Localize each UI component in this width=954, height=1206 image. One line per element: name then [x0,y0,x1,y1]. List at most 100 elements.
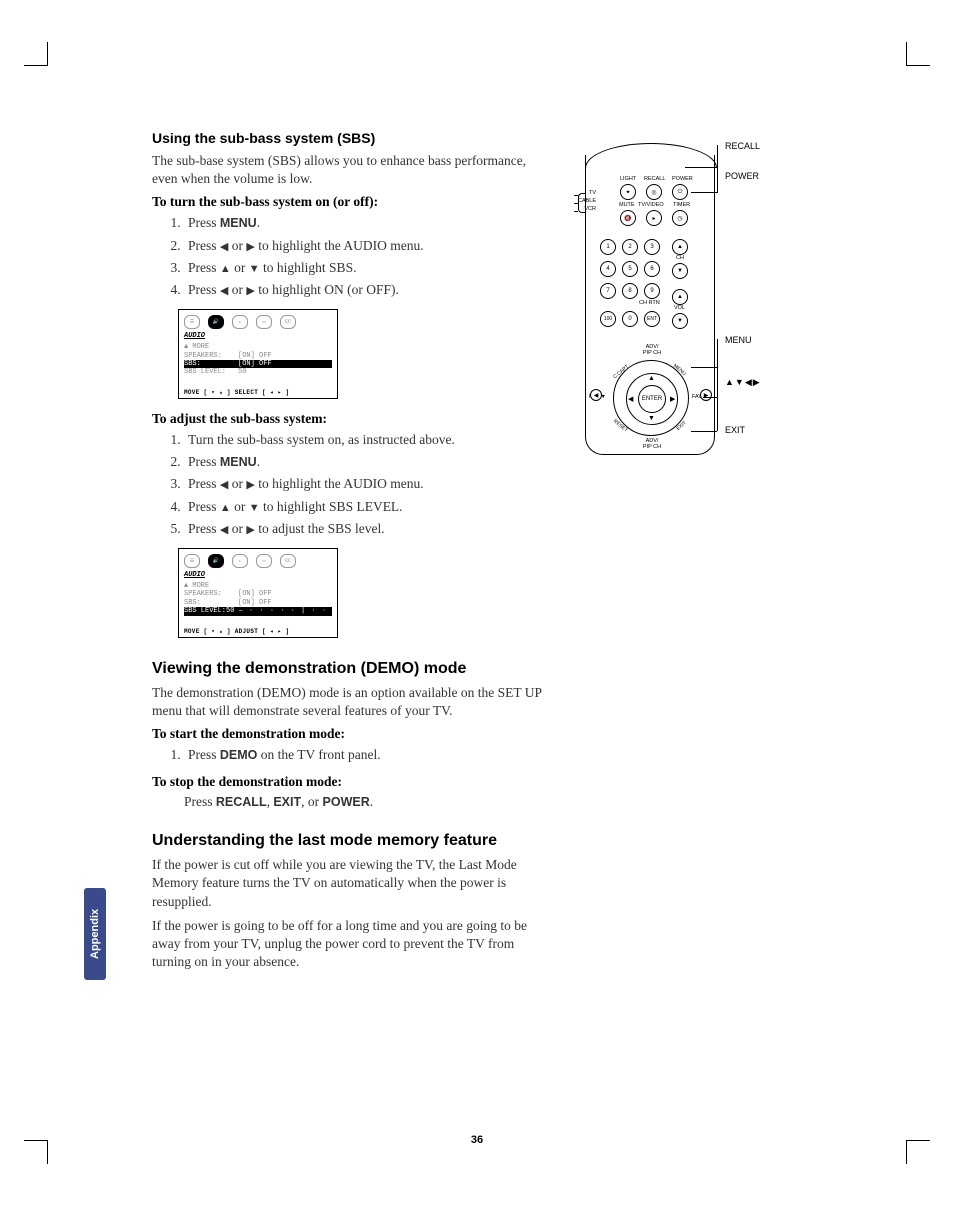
osd-tab-icon: ▭ [256,315,272,329]
osd-box-1: ☰ 🔊 ⫟ ▭ CC AUDIO ▲ MORE SPEAKERS:[ON] OF… [178,309,338,399]
label-power: POWER [672,177,693,183]
osd-tab-cc-icon: CC [280,315,296,329]
label-ccapt: C.CAPT [612,364,630,380]
label-ch: CH [676,256,684,262]
procB-title: To adjust the sub-bass system: [152,411,554,427]
vol-down: ▼ [672,313,688,329]
key-ent: ENT [644,311,660,327]
switch-cable: CABLE [578,199,596,205]
procB-step2: Press MENU. [184,453,554,471]
label-menu: MENU [672,363,687,377]
key-5: 5 [622,261,638,277]
procB-step4: Press ▲ or ▼ to highlight SBS LEVEL. [184,498,554,516]
procA-step2: Press ◀ or ▶ to highlight the AUDIO menu… [184,237,554,255]
enter-button: ENTER [638,385,666,413]
procA-step3: Press ▲ or ▼ to highlight SBS. [184,259,554,277]
demo-start-list: Press DEMO on the TV front panel. [184,746,554,764]
osd-hint: MOVE [ ▾ ▴ ] ADJUST [ ◂ ▸ ] [184,628,332,635]
demo-stop-title: To stop the demonstration mode: [152,774,554,790]
power-button: ⏻ [672,184,688,200]
key-9: 9 [644,283,660,299]
callout-menu: MENU [725,335,752,345]
osd-row: SPEAKERS:[ON] OFF [184,590,332,598]
procB-step5: Press ◀ or ▶ to adjust the SBS level. [184,520,554,538]
key-0: 0 [622,311,638,327]
tvvideo-button: ▸ [646,210,662,226]
mute-button: 🔇 [620,210,636,226]
osd-tab-icon: ⫟ [232,315,248,329]
key-7: 7 [600,283,616,299]
procB-step1: Turn the sub-bass system on, as instruct… [184,431,554,449]
label-recall: RECALL [644,177,665,183]
label-advpip-bot: ADV/ PIP CH [632,439,672,450]
callout-power: POWER [725,171,759,181]
key-1: 1 [600,239,616,255]
demo-stop-press: Press RECALL, EXIT, or POWER. [184,794,554,810]
label-chrtn: CH RTN [639,301,660,307]
osd-tab-icon: ☰ [184,315,200,329]
nav-pad: ENTER ▲ ▼ ◀ ▶ MENU EXIT C.CAPT RESET [613,360,689,436]
ch-down: ▼ [672,263,688,279]
osd-tab-audio-icon: 🔊 [208,554,224,568]
label-light: LIGHT [620,177,636,183]
osd-more: ▲ MORE [184,343,332,351]
osd-box-2: ☰ 🔊 ⫟ ▭ CC AUDIO ▲ MORE SPEAKERS:[ON] OF… [178,548,338,638]
heading-lastmode: Understanding the last mode memory featu… [152,832,554,850]
osd-tab-icon: ☰ [184,554,200,568]
ch-up: ▲ [672,239,688,255]
key-8: 8 [622,283,638,299]
demo-intro: The demonstration (DEMO) mode is an opti… [152,684,554,720]
osd-title: AUDIO [184,571,332,579]
procA-step1: Press MENU. [184,214,554,232]
lastmode-p1: If the power is cut off while you are vi… [152,856,554,911]
key-4: 4 [600,261,616,277]
label-reset: RESET [612,418,629,433]
page-number: 36 [0,1134,954,1146]
osd-row: SBS:[ON] OFF [184,599,332,607]
label-timer: TIMER [673,203,690,209]
procA-list: Press MENU. Press ◀ or ▶ to highlight th… [184,214,554,299]
procB-list: Turn the sub-bass system on, as instruct… [184,431,554,538]
procA-step4: Press ◀ or ▶ to highlight ON (or OFF). [184,281,554,299]
side-tab-appendix: Appendix [84,888,106,980]
recall-button: ◎ [646,184,662,200]
osd-hint: MOVE [ ▾ ▴ ] SELECT [ ◂ ▸ ] [184,389,332,396]
label-advpip-top: ADV/ PIP CH [632,345,672,356]
callout-arrows: ▲▼◀▶ [725,377,761,388]
osd-tab-audio-icon: 🔊 [208,315,224,329]
crop-mark [24,42,48,66]
procA-title: To turn the sub-bass system on (or off): [152,194,554,210]
callout-exit: EXIT [725,425,745,435]
demo-start-title: To start the demonstration mode: [152,726,554,742]
key-3: 3 [644,239,660,255]
osd-more: ▲ MORE [184,582,332,590]
timer-button: ◷ [672,210,688,226]
key-100: 100 [600,311,616,327]
key-2: 2 [622,239,638,255]
callout-recall: RECALL [725,141,760,151]
osd-tab-icon: ⫟ [232,554,248,568]
osd-row: SPEAKERS:[ON] OFF [184,352,332,360]
label-mute: MUTE [619,203,635,209]
osd-tab-cc-icon: CC [280,554,296,568]
osd-row: SBS LEVEL:50 [184,368,332,376]
heading-sbs: Using the sub-bass system (SBS) [152,130,554,146]
osd-tab-icon: ▭ [256,554,272,568]
heading-demo: Viewing the demonstration (DEMO) mode [152,660,554,678]
osd-title: AUDIO [184,332,332,340]
osd-row-highlighted: SBS:[ON] OFF [184,360,332,368]
fav-next: ▶ [700,389,712,401]
procB-step3: Press ◀ or ▶ to highlight the AUDIO menu… [184,475,554,493]
crop-mark [906,42,930,66]
fav-prev: ◀ [590,389,602,401]
lastmode-p2: If the power is going to be off for a lo… [152,917,554,972]
sbs-intro: The sub-base system (SBS) allows you to … [152,152,554,188]
label-tvvideo: TV/VIDEO [638,203,664,209]
demo-start-step1: Press DEMO on the TV front panel. [184,746,554,764]
switch-vcr: VCR [582,207,596,213]
switch-tv: TV [584,191,596,197]
osd-row-highlighted: SBS LEVEL:50 – ∙ ∙ ∙ ∙ ∙ | ∙ ∙ ∙ ∙ ∙ + [184,607,332,615]
light-button: ✦ [620,184,636,200]
vol-up: ▲ [672,289,688,305]
key-6: 6 [644,261,660,277]
